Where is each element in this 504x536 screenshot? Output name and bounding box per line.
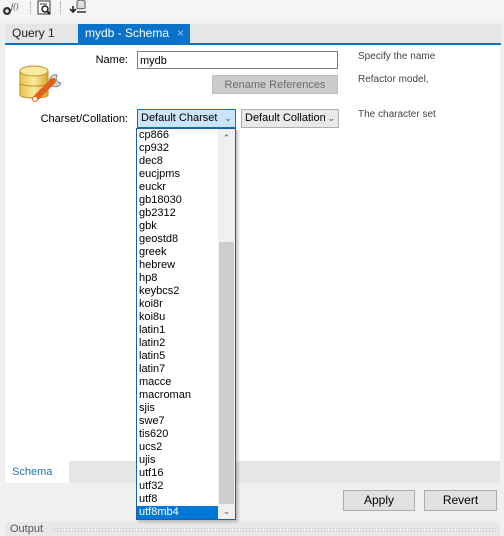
dropdown-option-swe7[interactable]: swe7 [137, 415, 219, 428]
dropdown-option-utf32[interactable]: utf32 [137, 480, 219, 493]
database-settings-icon [17, 63, 65, 107]
charset-select-value: Default Charset [141, 112, 218, 124]
close-icon[interactable]: × [177, 24, 184, 43]
chevron-down-icon: ⌄ [224, 113, 232, 123]
dropdown-option-macroman[interactable]: macroman [137, 389, 219, 402]
collation-select-value: Default Collation [245, 112, 326, 124]
dropdown-option-hebrew[interactable]: hebrew [137, 259, 219, 272]
drag-grip[interactable] [53, 527, 498, 532]
collation-select[interactable]: Default Collation ⌄ [241, 109, 339, 128]
dropdown-option-latin1[interactable]: latin1 [137, 324, 219, 337]
chevron-down-icon: ⌄ [327, 113, 335, 123]
dropdown-option-ujis[interactable]: ujis [137, 454, 219, 467]
editor-tabstrip: Query 1 mydb - Schema × [5, 24, 501, 43]
tab-schema[interactable]: Schema [5, 461, 69, 483]
schema-name-input[interactable]: mydb [137, 51, 338, 69]
scroll-down-icon[interactable]: ⌄ [218, 504, 235, 518]
bottom-tabstrip: Schema [5, 461, 500, 483]
help-text-name: Specify the name [358, 51, 436, 62]
dropdown-option-eucjpms[interactable]: eucjpms [137, 168, 219, 181]
dropdown-option-utf8[interactable]: utf8 [137, 493, 219, 506]
dropdown-option-sjis[interactable]: sjis [137, 402, 219, 415]
dropdown-option-gb2312[interactable]: gb2312 [137, 207, 219, 220]
inspect-icon[interactable] [36, 0, 54, 16]
dropdown-option-latin7[interactable]: latin7 [137, 363, 219, 376]
output-label: Output [10, 523, 44, 535]
dropdown-option-euckr[interactable]: euckr [137, 181, 219, 194]
charset-collation-label: Charset/Collation: [40, 113, 128, 125]
dropdown-option-utf8mb4[interactable]: utf8mb4 [137, 506, 219, 519]
dropdown-option-cp932[interactable]: cp932 [137, 142, 219, 155]
dropdown-option-latin5[interactable]: latin5 [137, 350, 219, 363]
dropdown-option-latin2[interactable]: latin2 [137, 337, 219, 350]
dropdown-option-greek[interactable]: greek [137, 246, 219, 259]
toolbar-separator [60, 2, 62, 14]
toolbar: f() [0, 0, 504, 20]
dropdown-options: cp866 cp932 dec8 eucjpms euckr gb18030 gb2312 g… [137, 129, 219, 519]
dropdown-option-ucs2[interactable]: ucs2 [137, 441, 219, 454]
rename-references-button[interactable]: Rename References [212, 75, 338, 94]
dropdown-option-keybcs2[interactable]: keybcs2 [137, 285, 219, 298]
dropdown-option-dec8[interactable]: dec8 [137, 155, 219, 168]
tab-mydb-schema[interactable]: mydb - Schema × [78, 24, 190, 43]
apply-button[interactable]: Apply [343, 490, 415, 511]
dropdown-option-macce[interactable]: macce [137, 376, 219, 389]
dropdown-option-hp8[interactable]: hp8 [137, 272, 219, 285]
reconnect-db-icon[interactable] [66, 0, 90, 16]
revert-button[interactable]: Revert [424, 490, 497, 511]
svg-text:f(): f() [11, 2, 19, 11]
dropdown-option-koi8u[interactable]: koi8u [137, 311, 219, 324]
add-function-icon[interactable]: f() [2, 0, 22, 16]
dropdown-option-gbk[interactable]: gbk [137, 220, 219, 233]
charset-dropdown-list: cp866 cp932 dec8 eucjpms euckr gb18030 gb2312 g… [136, 128, 236, 520]
dropdown-option-gb18030[interactable]: gb18030 [137, 194, 219, 207]
tab-label: Query 1 [12, 26, 55, 40]
scroll-up-icon[interactable]: ⌃ [218, 131, 235, 145]
tab-query-1[interactable]: Query 1 [5, 24, 62, 43]
dropdown-scrollbar[interactable]: ⌃ ⌄ [218, 129, 235, 519]
help-text-charset: The character set [358, 109, 436, 120]
scrollbar-thumb[interactable] [219, 242, 234, 504]
dropdown-option-koi8r[interactable]: koi8r [137, 298, 219, 311]
dropdown-option-utf16[interactable]: utf16 [137, 467, 219, 480]
help-text-refactor: Refactor model, [358, 74, 429, 85]
toolbar-separator [30, 2, 32, 14]
name-label: Name: [95, 54, 128, 66]
output-panel-header[interactable]: Output [5, 522, 500, 536]
dropdown-option-geostd8[interactable]: geostd8 [137, 233, 219, 246]
tab-label: mydb - Schema [85, 26, 170, 40]
dropdown-option-cp866[interactable]: cp866 [137, 129, 219, 142]
schema-editor-panel [5, 45, 500, 461]
charset-select[interactable]: Default Charset ⌄ [137, 109, 236, 128]
dropdown-option-tis620[interactable]: tis620 [137, 428, 219, 441]
